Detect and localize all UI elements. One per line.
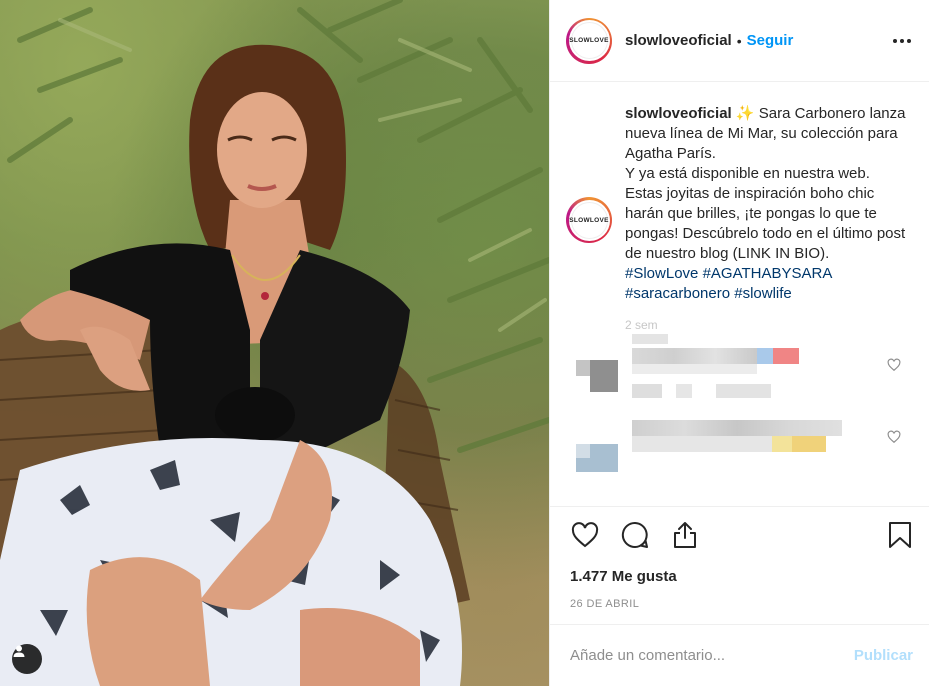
follow-button[interactable]: Seguir	[747, 32, 794, 49]
caption-line2: Y ya está disponible en nuestra web.	[625, 165, 870, 182]
caption-emoji: ✨	[735, 105, 755, 122]
post-date: 26 DE ABRIL	[570, 598, 640, 610]
post-header: SLOWLOVE slowloveoficial • Seguir	[550, 0, 929, 82]
header-username[interactable]: slowloveoficial	[625, 32, 732, 49]
add-comment-bar: Publicar	[550, 624, 929, 686]
hashtag-link[interactable]: #AGATHABYSARA	[703, 265, 832, 282]
like-comment-heart-icon[interactable]	[887, 430, 901, 444]
header-separator: •	[736, 32, 742, 49]
hashtag-link[interactable]: #saracarbonero	[625, 285, 730, 302]
caption-username[interactable]: slowloveoficial	[625, 105, 732, 122]
blurred-comment	[566, 420, 913, 506]
avatar-logo: SLOWLOVE	[569, 22, 609, 59]
share-icon	[674, 521, 696, 548]
header-avatar[interactable]: SLOWLOVE	[566, 17, 612, 64]
caption-line3: Estas joyitas de inspiración boho chic h…	[625, 185, 906, 262]
post-side-panel: SLOWLOVE slowloveoficial • Seguir SLOWLO…	[549, 0, 929, 686]
comment-bubble-icon	[621, 521, 648, 548]
bookmark-icon	[889, 521, 911, 548]
caption-timestamp: 2 sem	[625, 318, 658, 330]
instagram-post: SLOWLOVE slowloveoficial • Seguir SLOWLO…	[0, 0, 929, 686]
like-button[interactable]	[570, 520, 600, 550]
more-dots-icon	[893, 38, 911, 43]
hashtag-link[interactable]: #slowlife	[734, 285, 792, 302]
share-button[interactable]	[670, 520, 700, 550]
caption-avatar[interactable]: SLOWLOVE	[566, 197, 612, 243]
save-button[interactable]	[885, 520, 915, 550]
user-tag-button[interactable]	[12, 644, 42, 674]
user-tag-icon	[13, 645, 25, 657]
blurred-comment	[566, 334, 913, 420]
post-caption: SLOWLOVE slowloveoficial ✨ Sara Carboner…	[566, 104, 913, 304]
caption-text: slowloveoficial ✨ Sara Carbonero lanza n…	[625, 104, 913, 304]
photo-illustration	[0, 0, 549, 686]
hashtag-link[interactable]: #SlowLove	[625, 265, 698, 282]
post-photo[interactable]	[0, 0, 549, 686]
comment-button[interactable]	[620, 520, 650, 550]
caption-avatar-logo: SLOWLOVE	[569, 201, 609, 239]
more-options-button[interactable]	[891, 30, 913, 52]
likes-count[interactable]: 1.477 Me gusta	[550, 562, 929, 592]
post-actions-bar	[550, 506, 929, 562]
heart-icon	[571, 521, 599, 547]
publish-button[interactable]: Publicar	[854, 647, 913, 664]
like-comment-heart-icon[interactable]	[887, 358, 901, 372]
comment-input[interactable]	[570, 647, 854, 664]
comments-section: SLOWLOVE slowloveoficial ✨ Sara Carboner…	[550, 82, 929, 506]
